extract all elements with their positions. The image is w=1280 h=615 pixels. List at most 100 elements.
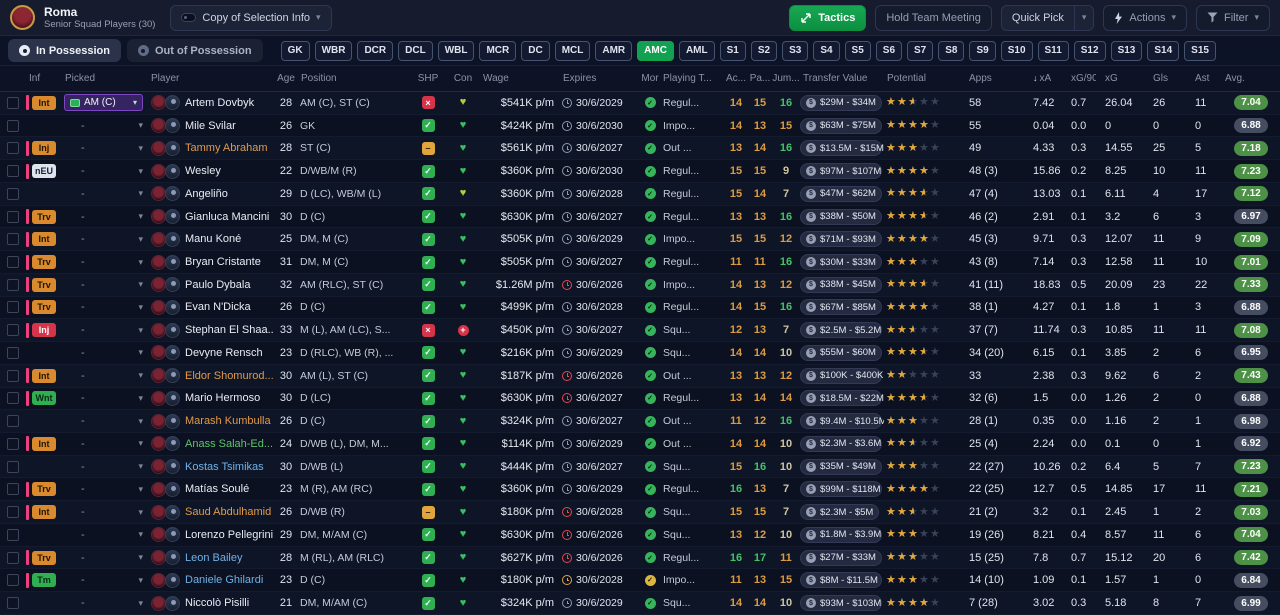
player-cell[interactable]: Matías Soulé: [148, 481, 274, 497]
player-row[interactable]: - ▾ Devyne Rensch 23 D (RLC), WB (R), ... ✓ ♥ $…: [0, 342, 1280, 365]
position-filter-s13[interactable]: S13: [1110, 40, 1143, 61]
row-checkbox[interactable]: [7, 233, 19, 246]
player-cell[interactable]: Leon Bailey: [148, 550, 274, 566]
picked-dropdown[interactable]: - ▾: [62, 388, 148, 410]
column-header-apps[interactable]: Apps: [960, 73, 1024, 84]
column-header-shp[interactable]: SHP: [410, 73, 446, 84]
row-checkbox[interactable]: [7, 574, 19, 587]
column-header-xg-90[interactable]: xG/90: [1062, 73, 1096, 84]
position-filter-s5[interactable]: S5: [844, 40, 871, 61]
player-cell[interactable]: Mile Svilar: [148, 118, 274, 134]
row-checkbox[interactable]: [7, 528, 19, 541]
row-checkbox[interactable]: [7, 96, 19, 109]
column-header-xa[interactable]: ↓ xA: [1024, 73, 1062, 84]
picked-dropdown[interactable]: - ▾: [62, 137, 148, 159]
column-header-ac[interactable]: Ac...: [724, 73, 748, 84]
picked-position-dropdown[interactable]: AM (C) ▾: [64, 94, 143, 112]
player-cell[interactable]: Marash Kumbulla: [148, 413, 274, 429]
position-filter-wbr[interactable]: WBR: [314, 40, 353, 61]
player-row[interactable]: - ▾ Marash Kumbulla 26 D (C) ✓ ♥ $324K p/m 30/6/…: [0, 410, 1280, 434]
player-cell[interactable]: Artem Dovbyk: [148, 95, 274, 111]
column-header-playing-t[interactable]: Playing T...: [660, 73, 724, 84]
tab-in-possession[interactable]: In Possession: [8, 39, 121, 62]
player-cell[interactable]: Manu Koné: [148, 231, 274, 247]
picked-dropdown[interactable]: - ▾: [62, 251, 148, 273]
picked-dropdown[interactable]: - ▾: [62, 365, 148, 387]
row-checkbox[interactable]: [7, 165, 19, 178]
position-filter-s4[interactable]: S4: [813, 40, 840, 61]
selection-info-dropdown[interactable]: Copy of Selection Info ▾: [170, 4, 332, 31]
picked-dropdown[interactable]: - ▾: [62, 433, 148, 455]
column-header-xg[interactable]: xG: [1096, 73, 1144, 84]
column-header-picked[interactable]: Picked: [62, 73, 148, 84]
position-filter-aml[interactable]: AML: [678, 40, 715, 61]
position-filter-mcl[interactable]: MCL: [554, 40, 591, 61]
player-row[interactable]: Trv - ▾ Bryan Cristante 31 DM, M (C) ✓ ♥ $505K p…: [0, 251, 1280, 274]
quick-pick-chevron-button[interactable]: ▾: [1073, 5, 1094, 30]
picked-dropdown[interactable]: - ▾: [62, 342, 148, 364]
player-row[interactable]: Trv - ▾ Evan N'Dicka 26 D (C) ✓ ♥ $499K p/m 30/6/…: [0, 296, 1280, 320]
row-checkbox[interactable]: [7, 278, 19, 291]
player-row[interactable]: - ▾ Lorenzo Pellegrini 29 DM, M/AM (C) ✓ ♥ $630…: [0, 523, 1280, 547]
tab-out-of-possession[interactable]: Out of Possession: [126, 39, 263, 62]
picked-dropdown[interactable]: - ▾: [62, 456, 148, 478]
column-header-potential[interactable]: Potential: [884, 73, 960, 84]
position-filter-dc[interactable]: DC: [521, 40, 550, 61]
player-row[interactable]: Int - ▾ Saud Abdulhamid 26 D/WB (R) – ♥ $180K p/…: [0, 501, 1280, 524]
picked-dropdown[interactable]: - ▾: [62, 592, 148, 614]
player-row[interactable]: Int - ▾ Anass Salah-Ed... 24 D/WB (L), DM, M.…: [0, 433, 1280, 456]
position-filter-s6[interactable]: S6: [875, 40, 903, 61]
player-row[interactable]: Int - ▾ Eldor Shomurod... 30 AM (L), ST (C) ✓ ♥…: [0, 364, 1280, 388]
column-header-con[interactable]: Con: [446, 73, 480, 84]
tactics-button[interactable]: Tactics: [789, 4, 867, 31]
player-row[interactable]: Trv - ▾ Gianluca Mancini 30 D (C) ✓ ♥ $630K p/m 3…: [0, 205, 1280, 229]
player-cell[interactable]: Eldor Shomurod...: [148, 368, 274, 384]
player-cell[interactable]: Saud Abdulhamid: [148, 504, 274, 520]
position-filter-amr[interactable]: AMR: [595, 40, 633, 61]
row-checkbox[interactable]: [7, 119, 19, 132]
row-checkbox[interactable]: [7, 483, 19, 496]
player-row[interactable]: - ▾ Angeliño 29 D (LC), WB/M (L) ✓ ♥ $360K p/m 3…: [0, 182, 1280, 206]
player-row[interactable]: Trv - ▾ Leon Bailey 28 M (RL), AM (RLC) ✓ ♥ $627…: [0, 546, 1280, 570]
position-filter-dcr[interactable]: DCR: [357, 40, 394, 61]
player-cell[interactable]: Stephan El Shaa...: [148, 322, 274, 338]
row-checkbox[interactable]: [7, 506, 19, 519]
player-cell[interactable]: Kostas Tsimikas: [148, 459, 274, 475]
row-checkbox[interactable]: [7, 142, 19, 155]
picked-dropdown[interactable]: - ▾: [62, 524, 148, 546]
position-filter-gk[interactable]: GK: [280, 40, 310, 61]
picked-dropdown[interactable]: - ▾: [62, 115, 148, 137]
row-checkbox[interactable]: [7, 392, 19, 405]
player-row[interactable]: Inj - ▾ Tammy Abraham 28 ST (C) – ♥ $561K p/m 30/…: [0, 137, 1280, 161]
row-checkbox[interactable]: [7, 551, 19, 564]
picked-dropdown[interactable]: - ▾: [62, 274, 148, 296]
picked-dropdown[interactable]: - ▾: [62, 501, 148, 523]
picked-dropdown[interactable]: - ▾: [62, 183, 148, 205]
position-filter-s2[interactable]: S2: [750, 40, 778, 61]
position-filter-s15[interactable]: S15: [1184, 40, 1216, 61]
player-cell[interactable]: Angeliño: [148, 186, 274, 202]
player-cell[interactable]: Lorenzo Pellegrini: [148, 527, 274, 543]
position-filter-s12[interactable]: S12: [1073, 40, 1106, 61]
row-checkbox[interactable]: [7, 460, 19, 473]
player-row[interactable]: Wnt - ▾ Mario Hermoso 30 D (LC) ✓ ♥ $630K p/m 30/…: [0, 387, 1280, 411]
picked-dropdown[interactable]: - ▾: [62, 206, 148, 228]
player-cell[interactable]: Bryan Cristante: [148, 254, 274, 270]
row-checkbox[interactable]: [7, 256, 19, 268]
column-header-age[interactable]: Age: [274, 73, 298, 84]
row-checkbox[interactable]: [7, 346, 19, 359]
picked-dropdown[interactable]: - ▾: [62, 228, 148, 250]
column-header-avg[interactable]: Avg.: [1222, 73, 1280, 84]
column-header-inf[interactable]: Inf: [26, 73, 62, 84]
column-header-player[interactable]: Player: [148, 73, 274, 84]
position-filter-s8[interactable]: S8: [938, 40, 965, 61]
picked-dropdown[interactable]: - ▾: [62, 547, 148, 569]
picked-dropdown[interactable]: - ▾: [62, 319, 148, 341]
player-cell[interactable]: Devyne Rensch: [148, 345, 274, 361]
player-row[interactable]: - ▾ Kostas Tsimikas 30 D/WB (L) ✓ ♥ $444K p/m 30…: [0, 455, 1280, 479]
column-header-ast[interactable]: Ast: [1186, 73, 1222, 84]
position-filter-s3[interactable]: S3: [782, 40, 809, 61]
picked-dropdown[interactable]: - ▾: [62, 569, 148, 591]
player-row[interactable]: Trv - ▾ Matías Soulé 23 M (R), AM (RC) ✓ ♥ $360K…: [0, 478, 1280, 502]
position-filter-mcr[interactable]: MCR: [479, 40, 517, 61]
